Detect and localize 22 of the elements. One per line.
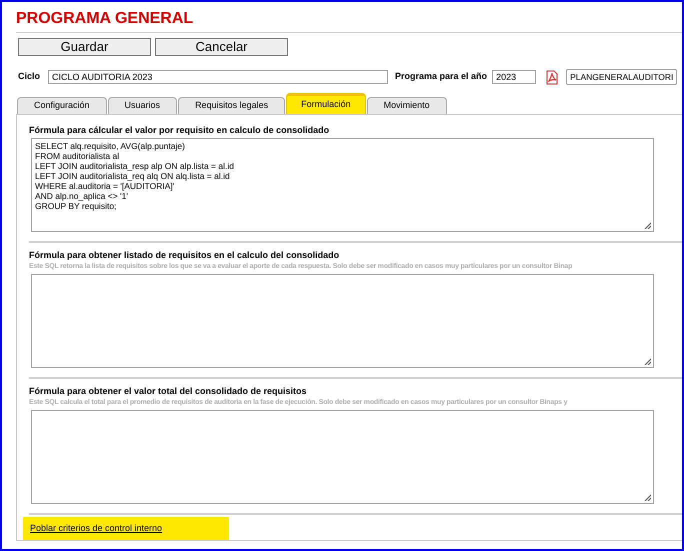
section-label: Fórmula para cálcular el valor por requisito en calculo de consolidado — [29, 124, 330, 136]
pdf-icon[interactable] — [545, 70, 560, 84]
tab[interactable]: Requisitos legales — [178, 97, 286, 114]
page-title: PROGRAMA GENERAL — [16, 10, 194, 28]
tab[interactable]: Movimiento — [366, 97, 447, 114]
section-label: Fórmula para obtener listado de requisitos en el calculo del consolidado — [29, 249, 340, 261]
input-field[interactable]: 2023 — [492, 70, 536, 84]
resize-handle-icon[interactable] — [644, 494, 651, 501]
file-field[interactable]: PLANGENERALAUDITORI — [566, 69, 678, 85]
resize-handle-icon[interactable] — [644, 222, 651, 229]
field-label: Ciclo — [18, 70, 40, 84]
tab[interactable]: Configuración — [17, 97, 107, 114]
input-field[interactable]: CICLO AUDITORIA 2023 — [48, 70, 388, 84]
section-label: Fórmula para obtener el valor total del consolidado de requisitos — [29, 385, 308, 397]
link[interactable]: Poblar criterios de control interno — [23, 517, 229, 540]
sql-textarea[interactable]: SELECT alq.requisito, AVG(alp.puntaje) FROM auditorialista al LEFT JOIN auditorialista_resp alp ON alp.lista = al.id LEFT JOIN auditorialista_req alq ON alq.lista = al.id WHERE al.auditoria = '[AUDITORIA]' AND alp.no_aplica <> '1' GROUP BY requisito; — [31, 138, 654, 232]
action-button[interactable]: Cancelar — [155, 38, 288, 56]
tab[interactable]: Usuarios — [108, 97, 178, 114]
action-button[interactable]: Guardar — [18, 38, 151, 56]
resize-handle-icon[interactable] — [644, 358, 651, 365]
field-label: Programa para el año — [395, 70, 488, 84]
tab[interactable]: Formulación — [286, 93, 366, 114]
